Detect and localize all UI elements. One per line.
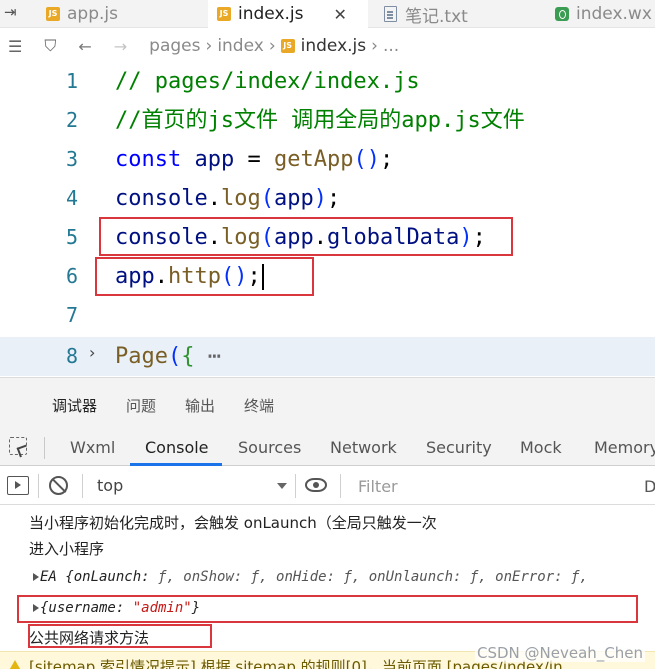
code-line-3: 3 const app = getApp(); — [0, 140, 655, 179]
line-number: 3 — [65, 147, 78, 171]
code-line-6: 6 app.http(); — [0, 257, 655, 296]
tab-output[interactable]: 输出 — [185, 395, 215, 416]
code-text: app.http(); — [115, 257, 264, 296]
tab-sources[interactable]: Sources — [238, 438, 301, 457]
sidebar-toggle-icon[interactable]: ⇥ — [4, 3, 17, 21]
breadcrumb-item-pages[interactable]: pages — [149, 36, 200, 56]
text-cursor — [261, 264, 264, 290]
tab-network[interactable]: Network — [330, 438, 397, 457]
tab-app-js[interactable]: JS app.js — [40, 0, 205, 28]
code-text: // pages/index/index.js — [115, 69, 420, 94]
list-icon[interactable]: ☰ — [8, 37, 22, 56]
js-icon: JS — [280, 39, 295, 53]
code-editor[interactable]: 1 // pages/index/index.js 2 //首页的js文件 调用… — [0, 61, 655, 377]
expand-triangle-icon[interactable] — [33, 604, 39, 612]
warning-icon — [7, 660, 23, 669]
line-number: 5 — [65, 225, 78, 249]
line-number: 8 — [65, 344, 78, 368]
editor-tab-bar: ⇥ JS app.js JS index.js ✕ 笔记.txt index.w… — [0, 0, 655, 28]
code-line-7: 7 — [0, 296, 655, 335]
js-icon: JS — [46, 7, 60, 21]
clear-console-icon[interactable] — [49, 476, 68, 495]
tab-notes-txt[interactable]: 笔记.txt — [380, 0, 540, 28]
code-text: //首页的js文件 调用全局的app.js文件 — [115, 108, 525, 133]
tab-mock[interactable]: Mock — [520, 438, 562, 457]
code-line-4: 4 console.log(app); — [0, 179, 655, 218]
tab-console[interactable]: Console — [145, 438, 209, 457]
console-message: 进入小程序 — [29, 540, 105, 558]
chevron-right-icon: › — [371, 36, 378, 56]
console-object-app[interactable]: EA {onLaunch: ƒ, onShow: ƒ, onHide: ƒ, o… — [0, 562, 655, 592]
chevron-down-icon — [277, 483, 287, 489]
show-sidebar-icon[interactable] — [7, 476, 29, 495]
code-line-8: 8 › Page({ ⋯ — [0, 337, 655, 376]
back-arrow-icon[interactable]: ← — [78, 37, 91, 56]
code-text: console.log(app.globalData); — [115, 225, 486, 250]
chevron-right-icon: › — [205, 36, 213, 56]
divider — [82, 474, 83, 498]
tab-security[interactable]: Security — [426, 438, 492, 457]
code-text: console.log(app); — [115, 186, 341, 211]
expand-triangle-icon[interactable] — [33, 573, 39, 581]
breadcrumb-item-index[interactable]: index — [217, 36, 264, 56]
tab-terminal[interactable]: 终端 — [244, 395, 274, 416]
divider — [295, 474, 296, 498]
breadcrumb-item-more[interactable]: ... — [383, 36, 399, 56]
tab-label: index.js — [238, 4, 304, 24]
breadcrumb-item-file[interactable]: index.js — [301, 36, 367, 56]
chevron-right-icon: › — [268, 36, 276, 56]
line-number: 4 — [65, 186, 78, 210]
default-levels-dropdown[interactable]: D — [644, 477, 655, 496]
tab-label: app.js — [67, 4, 118, 24]
watermark: CSDN @Neveah_Chen — [474, 644, 645, 662]
forward-arrow-icon[interactable]: → — [114, 37, 127, 56]
console-toolbar: top D — [0, 467, 655, 505]
js-icon: JS — [217, 7, 231, 21]
tab-wxml[interactable]: Wxml — [70, 438, 115, 457]
live-expression-eye-icon[interactable] — [305, 478, 327, 492]
devtools-tab-bar: Wxml Console Sources Network Security Mo… — [0, 429, 655, 466]
code-line-1: 1 // pages/index/index.js — [0, 62, 655, 101]
wxml-icon — [555, 7, 569, 21]
fold-chevron-icon[interactable]: › — [89, 337, 95, 369]
tab-debugger[interactable]: 调试器 — [52, 395, 97, 416]
object-preview: EA {onLaunch: ƒ, onShow: ƒ, onHide: ƒ, o… — [40, 569, 588, 585]
debug-panel-header: 调试器 问题 输出 终端 — [0, 377, 655, 429]
bookmark-icon[interactable]: ⛉ — [44, 36, 56, 56]
divider — [38, 474, 39, 498]
code-line-2: 2 //首页的js文件 调用全局的app.js文件 — [0, 101, 655, 140]
divider — [340, 474, 341, 498]
active-tab-indicator — [130, 463, 222, 466]
divider — [44, 437, 45, 459]
code-line-5: 5 console.log(app.globalData); — [0, 218, 655, 257]
code-text: Page({ ⋯ — [115, 344, 221, 369]
line-number: 6 — [65, 264, 78, 288]
console-object-globaldata[interactable]: {username: "admin"} — [0, 593, 655, 623]
breadcrumb: ☰ ⛉ ← → pages › index › JS index.js › ..… — [0, 31, 655, 61]
tab-index-js[interactable]: JS index.js ✕ — [208, 0, 368, 28]
tab-memory[interactable]: Memory — [594, 438, 655, 457]
line-number: 7 — [65, 303, 78, 327]
context-select[interactable]: top — [89, 473, 293, 499]
object-preview: {username: "admin"} — [40, 600, 201, 616]
text-file-icon — [384, 6, 397, 22]
line-number: 2 — [65, 108, 78, 132]
tab-label: 笔记.txt — [405, 6, 468, 27]
tab-index-wxml[interactable]: index.wx — [553, 0, 655, 28]
context-value: top — [97, 476, 124, 495]
close-icon[interactable]: ✕ — [334, 5, 347, 24]
filter-input[interactable] — [348, 473, 628, 499]
code-text: const app = getApp(); — [115, 147, 394, 172]
line-number: 1 — [65, 69, 78, 93]
inspect-element-icon[interactable] — [9, 437, 27, 455]
tab-label: index.wx — [576, 4, 652, 24]
tab-problems[interactable]: 问题 — [126, 395, 156, 416]
